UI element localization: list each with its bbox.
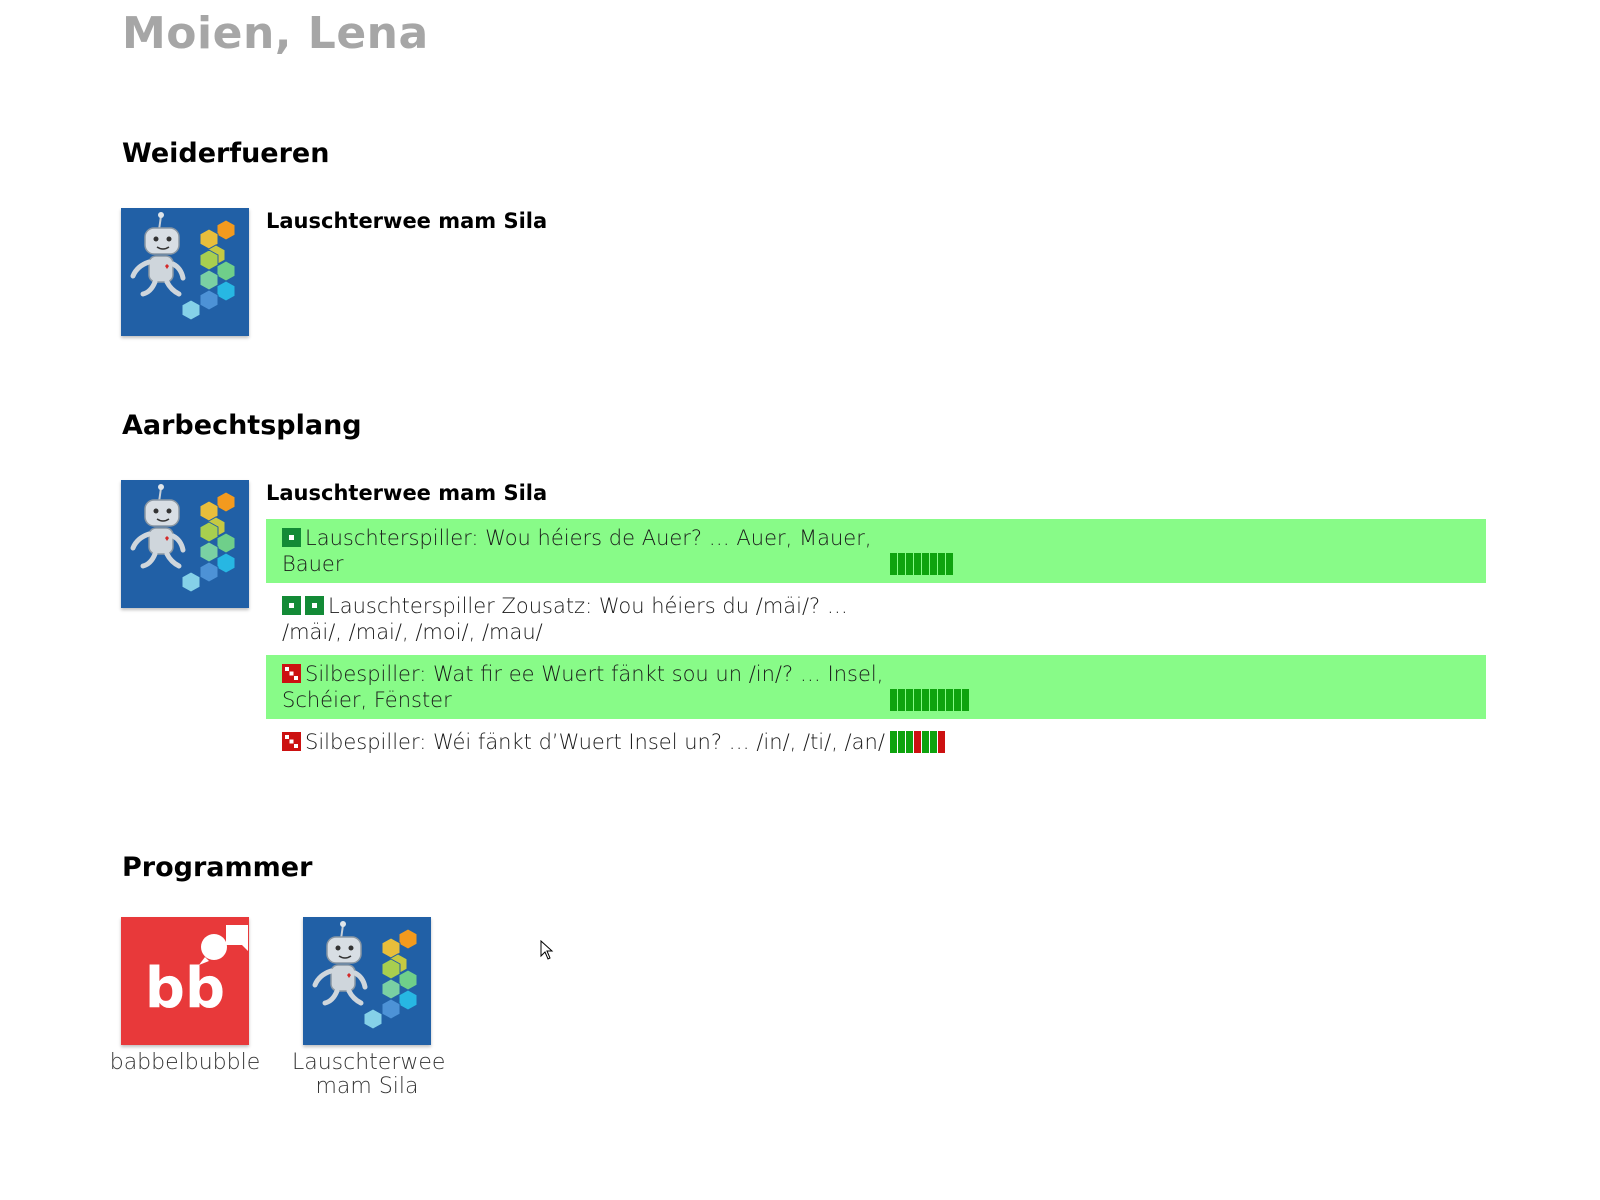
task-row[interactable]: Silbespiller: Wéi fänkt d’Wuert Insel un…	[266, 723, 1486, 761]
progress-bar-correct	[930, 689, 937, 711]
program-tile-lauschterwee[interactable]: Lauschterwee mam Sila	[282, 917, 452, 1099]
workplan-item-title[interactable]: Lauschterwee mam Sila	[266, 481, 547, 505]
progress-bar-correct	[922, 689, 929, 711]
task-label: Lauschterspiller Zousatz: Wou héiers du …	[282, 594, 848, 644]
progress-bar-wrong	[914, 731, 921, 753]
continue-item-title[interactable]: Lauschterwee mam Sila	[266, 209, 547, 233]
green-dice-one-icon	[282, 596, 301, 615]
task-label: Lauschterspiller: Wou héiers de Auer? … …	[282, 526, 872, 576]
robot-hexagon-app-icon[interactable]	[121, 208, 249, 336]
progress-bar-correct	[898, 553, 905, 575]
program-tile-babbelbubble[interactable]: bb babbelbubble	[100, 917, 270, 1075]
progress-bar-correct	[898, 689, 905, 711]
section-title-programs: Programmer	[122, 852, 313, 883]
progress-bar-correct	[906, 553, 913, 575]
section-title-workplan: Aarbechtsplang	[122, 410, 362, 441]
progress-bar-correct	[954, 689, 961, 711]
progress-bar-correct	[890, 731, 897, 753]
task-label: Silbespiller: Wéi fänkt d’Wuert Insel un…	[305, 730, 885, 754]
green-dice-one-icon	[305, 596, 324, 615]
red-dice-three-icon	[282, 664, 301, 683]
section-title-continue: Weiderfueren	[122, 138, 330, 169]
progress-bar-correct	[906, 731, 913, 753]
progress-bar-correct	[914, 553, 921, 575]
task-text: Silbespiller: Wéi fänkt d’Wuert Insel un…	[282, 729, 886, 755]
progress-bar-correct	[914, 689, 921, 711]
task-row[interactable]: Lauschterspiller Zousatz: Wou héiers du …	[266, 587, 1486, 651]
progress-bar-correct	[930, 553, 937, 575]
red-dice-three-icon	[282, 732, 301, 751]
task-list: Lauschterspiller: Wou héiers de Auer? … …	[266, 519, 1486, 765]
progress-bars	[890, 553, 953, 575]
greeting: Moien, Lena	[122, 8, 429, 59]
progress-bar-correct	[930, 731, 937, 753]
progress-bar-correct	[962, 689, 969, 711]
babbelbubble-app-icon[interactable]: bb	[121, 917, 249, 1045]
task-label: Silbespiller: Wat fir ee Wuert fänkt sou…	[282, 662, 884, 712]
progress-bars	[890, 731, 945, 753]
program-label: babbelbubble	[109, 1050, 261, 1075]
task-text: Lauschterspiller: Wou héiers de Auer? … …	[282, 525, 886, 577]
program-label: Lauschterwee mam Sila	[292, 1050, 446, 1099]
task-row[interactable]: Silbespiller: Wat fir ee Wuert fänkt sou…	[266, 655, 1486, 719]
progress-bar-correct	[946, 553, 953, 575]
progress-bar-wrong	[938, 731, 945, 753]
robot-hexagon-app-icon[interactable]	[303, 917, 431, 1045]
progress-bars	[890, 689, 969, 711]
task-row[interactable]: Lauschterspiller: Wou héiers de Auer? … …	[266, 519, 1486, 583]
progress-bar-correct	[898, 731, 905, 753]
progress-bar-correct	[938, 553, 945, 575]
progress-bar-correct	[938, 689, 945, 711]
task-text: Silbespiller: Wat fir ee Wuert fänkt sou…	[282, 661, 886, 713]
task-text: Lauschterspiller Zousatz: Wou héiers du …	[282, 593, 886, 645]
progress-bar-correct	[906, 689, 913, 711]
babbelbubble-logo-text: bb	[145, 956, 225, 1021]
mouse-cursor-icon	[540, 940, 554, 960]
progress-bar-correct	[890, 689, 897, 711]
green-dice-one-icon	[282, 528, 301, 547]
progress-bar-correct	[946, 689, 953, 711]
progress-bar-correct	[922, 731, 929, 753]
robot-hexagon-app-icon[interactable]	[121, 480, 249, 608]
progress-bar-correct	[922, 553, 929, 575]
progress-bar-correct	[890, 553, 897, 575]
